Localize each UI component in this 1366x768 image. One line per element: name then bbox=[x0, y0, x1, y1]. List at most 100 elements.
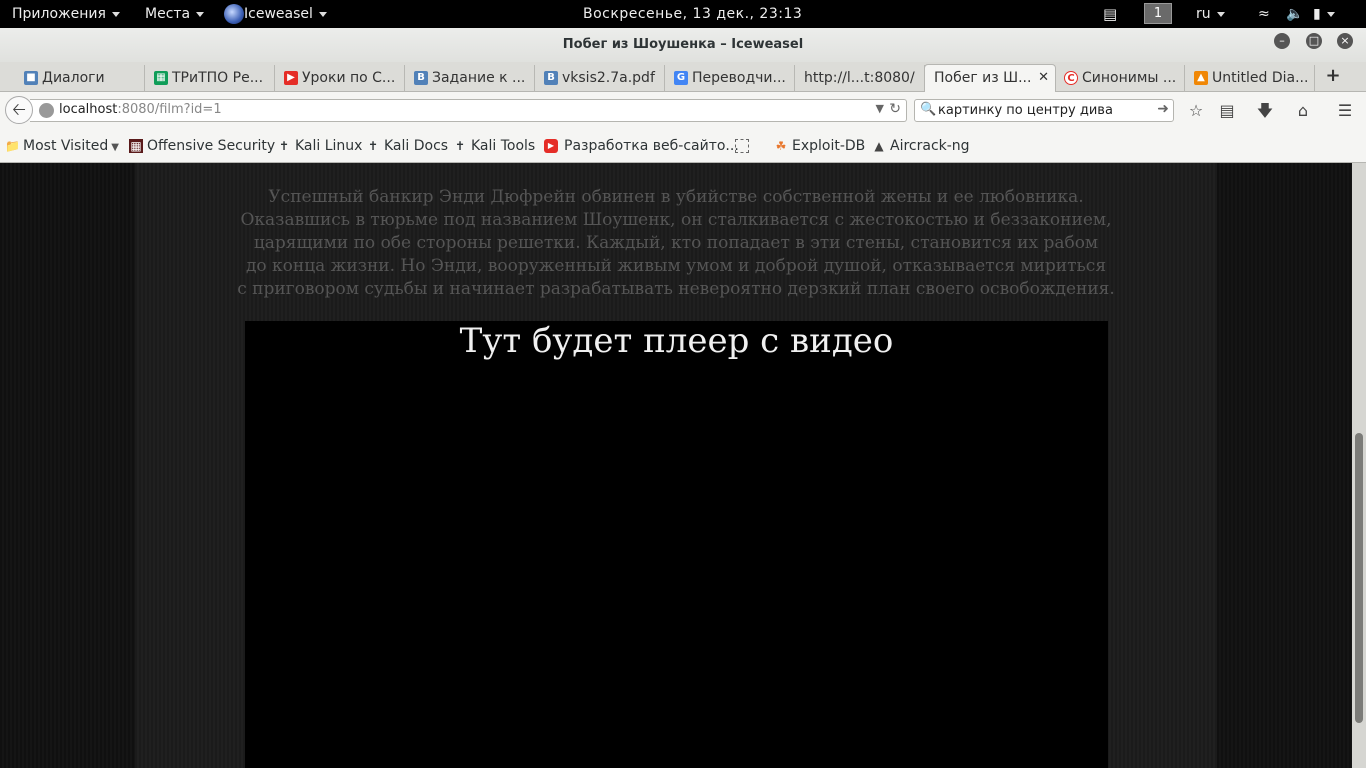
vk-icon: B bbox=[544, 71, 558, 85]
language-label: ru bbox=[1196, 6, 1211, 22]
places-menu[interactable]: Места bbox=[145, 0, 205, 28]
bookmarks-toolbar: 📁 Most Visited ▼ ▦ Offensive Security ✝ K… bbox=[0, 129, 1366, 163]
kali-dragon-icon: ✝ bbox=[367, 139, 379, 153]
tab-assignment[interactable]: B Задание к ... bbox=[408, 65, 535, 92]
tab-shawshank-active[interactable]: Побег из Ш... ✕ bbox=[924, 64, 1056, 93]
applications-menu[interactable]: Приложения bbox=[12, 0, 120, 28]
search-bar[interactable]: 🔍 картинку по центру дива ➜ bbox=[914, 99, 1174, 122]
youtube-icon: ▶ bbox=[284, 71, 298, 85]
url-host: localhost bbox=[59, 102, 118, 117]
kali-dragon-icon: ✝ bbox=[278, 139, 290, 153]
vk-icon: B bbox=[414, 71, 428, 85]
tab-strip: ■ Диалоги ▦ ТРиТПО Ре... ▶ Уроки по С...… bbox=[0, 62, 1366, 93]
clock[interactable]: Воскресенье, 13 дек., 23:13 bbox=[583, 0, 802, 28]
close-window-button[interactable]: × bbox=[1337, 33, 1353, 49]
bookmark-offensive-security[interactable]: ▦ Offensive Security bbox=[129, 138, 275, 154]
new-tab-button[interactable]: + bbox=[1322, 65, 1344, 87]
google-sheets-icon: ▦ bbox=[154, 71, 168, 85]
video-player-placeholder[interactable]: Тут будет плеер с видео bbox=[245, 321, 1108, 768]
exploit-db-icon: ☘ bbox=[775, 139, 787, 153]
globe-icon bbox=[39, 103, 54, 118]
description-line: с приговором судьбы и начинает разрабаты… bbox=[237, 279, 1115, 299]
bookmark-label: Most Visited bbox=[23, 138, 109, 154]
scrollbar-thumb[interactable] bbox=[1355, 433, 1363, 723]
minimize-button[interactable]: – bbox=[1274, 33, 1290, 49]
tab-label: Уроки по С... bbox=[302, 70, 396, 86]
active-app-menu[interactable]: Iceweasel bbox=[224, 0, 327, 28]
menu-hamburger-icon[interactable]: ☰ bbox=[1334, 100, 1356, 122]
tab-untitled-diagram[interactable]: ▲ Untitled Dia... bbox=[1188, 65, 1315, 92]
iceweasel-icon bbox=[224, 4, 244, 24]
system-top-bar: Приложения Места Iceweasel Воскресенье, … bbox=[0, 0, 1366, 28]
url-history-dropdown-icon[interactable]: ▼ bbox=[876, 102, 884, 115]
offsec-icon: ▦ bbox=[129, 139, 143, 153]
battery-icon[interactable]: ▮ bbox=[1313, 0, 1335, 28]
tab-localhost[interactable]: http://l...t:8080/ bbox=[798, 65, 925, 92]
tab-translator[interactable]: G Переводчи... bbox=[668, 65, 795, 92]
description-line: царящими по обе стороны решетки. Каждый,… bbox=[253, 233, 1099, 253]
tab-tritpo[interactable]: ▦ ТРиТПО Ре... bbox=[148, 65, 275, 92]
chevron-down-icon bbox=[196, 11, 205, 17]
page-right-background bbox=[1217, 163, 1352, 768]
bookmark-star-icon[interactable]: ☆ bbox=[1185, 100, 1207, 122]
bookmark-web-dev[interactable]: ▶ Разработка веб-сайто... bbox=[544, 138, 739, 154]
volume-icon[interactable]: 🔈 bbox=[1286, 0, 1303, 28]
search-go-icon[interactable]: ➜ bbox=[1157, 101, 1169, 117]
wifi-icon[interactable]: ≈ bbox=[1258, 0, 1270, 28]
kali-dragon-icon: ✝ bbox=[454, 139, 466, 153]
vk-dialog-icon: ■ bbox=[24, 71, 38, 85]
back-button[interactable]: 🡠 bbox=[5, 96, 33, 124]
tab-pdf[interactable]: B vksis2.7a.pdf bbox=[538, 65, 665, 92]
workspace-indicator[interactable]: 1 bbox=[1144, 3, 1172, 24]
bookmark-aircrack-ng[interactable]: ▲ Aircrack-ng bbox=[872, 138, 969, 154]
bookmark-label: Kali Linux bbox=[295, 138, 363, 154]
youtube-icon: ▶ bbox=[544, 139, 558, 153]
close-tab-icon[interactable]: ✕ bbox=[1038, 65, 1049, 91]
chevron-down-icon: ▼ bbox=[111, 142, 119, 153]
arrow-left-icon: 🡠 bbox=[12, 100, 26, 120]
bookmark-most-visited[interactable]: 📁 Most Visited ▼ bbox=[5, 138, 119, 154]
chevron-down-icon bbox=[318, 11, 327, 17]
copyright-icon: C bbox=[1064, 71, 1078, 85]
url-bar[interactable]: localhost:8080/film?id=1 ▼ ↻ bbox=[30, 99, 907, 122]
search-input[interactable]: картинку по центру дива bbox=[938, 103, 1113, 118]
video-camera-icon[interactable]: ▤ bbox=[1103, 0, 1117, 28]
downloads-icon[interactable]: 🡇 bbox=[1254, 100, 1276, 122]
bookmark-label: Разработка веб-сайто... bbox=[564, 138, 739, 154]
tab-lessons[interactable]: ▶ Уроки по С... bbox=[278, 65, 405, 92]
language-menu[interactable]: ru bbox=[1196, 0, 1225, 28]
tab-label: http://l...t:8080/ bbox=[804, 70, 915, 86]
bookmark-kali-docs[interactable]: ✝ Kali Docs bbox=[366, 138, 448, 154]
maximize-button[interactable]: □ bbox=[1306, 33, 1322, 49]
home-icon[interactable]: ⌂ bbox=[1292, 100, 1314, 122]
tab-synonyms[interactable]: C Синонимы ... bbox=[1058, 65, 1185, 92]
aircrack-icon: ▲ bbox=[874, 139, 884, 153]
chevron-down-icon bbox=[1216, 11, 1225, 17]
tab-label: Диалоги bbox=[42, 70, 105, 86]
tab-dialogs[interactable]: ■ Диалоги bbox=[18, 65, 145, 92]
player-placeholder-text: Тут будет плеер с видео bbox=[459, 321, 894, 361]
chevron-down-icon bbox=[111, 11, 120, 17]
folder-icon: 📁 bbox=[5, 139, 20, 153]
applications-menu-label: Приложения bbox=[12, 6, 106, 22]
page-left-background bbox=[0, 163, 135, 768]
search-icon: 🔍 bbox=[920, 102, 937, 117]
description-line: Успешный банкир Энди Дюфрейн обвинен в у… bbox=[268, 187, 1084, 207]
window-title: Побег из Шоушенка – Iceweasel bbox=[562, 37, 804, 52]
url-path: :8080/film?id=1 bbox=[117, 102, 222, 117]
bookmark-label: Kali Tools bbox=[471, 138, 536, 154]
tab-label: Синонимы ... bbox=[1082, 70, 1177, 86]
bookmark-exploit-db[interactable]: ☘ Exploit-DB bbox=[774, 138, 866, 154]
places-menu-label: Места bbox=[145, 6, 191, 22]
bookmark-label: Exploit-DB bbox=[792, 138, 866, 154]
bookmark-label: Offensive Security bbox=[147, 138, 276, 154]
bookmark-kali-tools[interactable]: ✝ Kali Tools bbox=[453, 138, 535, 154]
active-app-label: Iceweasel bbox=[244, 6, 313, 22]
reading-list-icon[interactable]: ▤ bbox=[1216, 100, 1238, 122]
navigation-toolbar: localhost:8080/film?id=1 ▼ ↻ 🡠 🔍 картинк… bbox=[0, 92, 1366, 129]
reload-icon[interactable]: ↻ bbox=[889, 101, 901, 117]
url-text[interactable]: localhost:8080/film?id=1 bbox=[59, 102, 222, 117]
web-page: Успешный банкир Энди Дюфрейн обвинен в у… bbox=[0, 163, 1352, 768]
vertical-scrollbar[interactable] bbox=[1352, 163, 1366, 768]
bookmark-kali-linux[interactable]: ✝ Kali Linux bbox=[277, 138, 363, 154]
